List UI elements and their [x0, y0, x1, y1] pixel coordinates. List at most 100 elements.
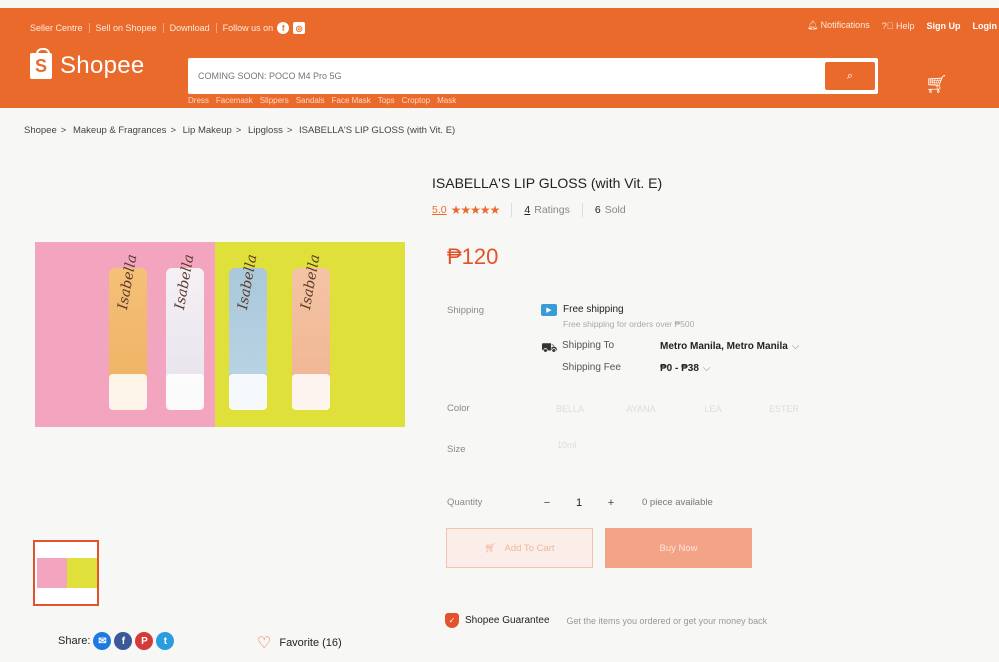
product-price: ₱120 [447, 244, 499, 269]
signup-link[interactable]: Sign Up [927, 21, 961, 31]
messenger-icon[interactable]: ✉ [93, 632, 112, 650]
divider [581, 203, 583, 217]
decrement-button[interactable]: − [533, 492, 561, 514]
shipping-fee-value: ₱0 - ₱38 [660, 363, 699, 374]
breadcrumb-item[interactable]: Lipgloss [248, 125, 283, 136]
guarantee-subtext: Get the items you ordered or get your mo… [566, 615, 768, 626]
facebook-icon[interactable]: f [277, 22, 290, 34]
shipping-label: Shipping [447, 305, 484, 316]
search-hint[interactable]: Dress [188, 96, 209, 105]
breadcrumb-current: ISABELLA'S LIP GLOSS (with Vit. E) [299, 125, 456, 136]
rating-row: 5.0 ★★★★★ 4 Ratings 6 Sold [432, 203, 626, 217]
free-shipping-icon: ▶ [541, 304, 557, 316]
bell-icon: 🔔︎ [806, 20, 819, 30]
heart-icon: ♡ [257, 635, 272, 652]
shipping-fee-label: Shipping Fee [562, 362, 621, 373]
site-header: Seller Centre Sell on Shopee Download Fo… [0, 8, 999, 108]
breadcrumb-item[interactable]: Makeup & Fragrances [73, 125, 166, 136]
breadcrumb-separator: > [60, 125, 67, 136]
cart-plus-icon: 🛒︎ [484, 542, 497, 554]
help-label: Help [895, 20, 915, 31]
product-page: Seller Centre Sell on Shopee Download Fo… [0, 0, 999, 662]
free-shipping-subtext: Free shipping for orders over ₱500 [563, 319, 695, 329]
shipping-to-label: Shipping To [562, 340, 615, 351]
ratings-label: Ratings [534, 204, 570, 216]
search-hint[interactable]: Sandals [296, 96, 325, 105]
search-icon: ⌕ [846, 69, 854, 82]
color-label: Color [447, 403, 470, 414]
rating-value[interactable]: 5.0 [432, 204, 447, 216]
seller-centre-link[interactable]: Seller Centre [30, 23, 83, 33]
notifications-label: Notifications [820, 20, 870, 30]
product-main-image[interactable]: Isabella Isabella Isabella Isabella [35, 242, 405, 427]
follow-us-label: Follow us on [222, 23, 274, 33]
thumbnail-yellow [67, 558, 97, 588]
sell-on-shopee-link[interactable]: Sell on Shopee [96, 23, 157, 33]
truck-icon: ⛟ [541, 340, 558, 355]
search-hint[interactable]: Mask [437, 96, 456, 105]
breadcrumb-separator: > [235, 125, 242, 136]
buy-now-button[interactable]: Buy Now [605, 528, 752, 568]
breadcrumb-item[interactable]: Shopee [24, 125, 57, 136]
quantity-label: Quantity [447, 497, 483, 508]
search-hint[interactable]: Facemask [216, 96, 253, 105]
quantity-input[interactable]: 1 [561, 492, 597, 514]
shield-icon: ✓ [445, 613, 459, 628]
login-link[interactable]: Login [973, 21, 998, 31]
shipping-location-value: Metro Manila, Metro Manila [660, 341, 788, 352]
add-to-cart-button[interactable]: 🛒︎ Add To Cart [446, 528, 593, 568]
shopee-guarantee[interactable]: ✓ Shopee Guarantee Get the items you ord… [445, 613, 767, 628]
top-bar: Seller Centre Sell on Shopee Download Fo… [30, 20, 999, 36]
divider [511, 203, 513, 217]
breadcrumb: Shopee > Makeup & Fragrances > Lip Makeup >… [24, 125, 459, 136]
download-link[interactable]: Download [170, 23, 210, 33]
product-thumbnail[interactable] [33, 540, 99, 606]
instagram-icon[interactable]: ◎ [293, 22, 306, 34]
search-hint[interactable]: Slippers [260, 96, 289, 105]
chevron-down-icon: ⌵ [791, 341, 800, 352]
add-to-cart-label: Add To Cart [504, 542, 555, 554]
search-input[interactable] [198, 67, 818, 85]
thumbnail-pink [37, 558, 67, 588]
color-option[interactable]: LEA [688, 399, 738, 419]
search-bar: ⌕ [188, 58, 878, 94]
breadcrumb-item[interactable]: Lip Makeup [183, 125, 232, 136]
size-option[interactable]: 10ml [557, 440, 577, 450]
increment-button[interactable]: + [597, 492, 625, 514]
breadcrumb-separator: > [170, 125, 176, 136]
guarantee-title: Shopee Guarantee [465, 615, 550, 626]
lip-gloss-tube: Isabella [166, 253, 204, 410]
shipping-location-dropdown[interactable]: Metro Manila, Metro Manila ⌵ [660, 341, 799, 352]
shipping-fee-dropdown[interactable]: ₱0 - ₱38 ⌵ [660, 363, 711, 374]
shopee-logo[interactable]: S Shopee [30, 48, 145, 80]
chevron-down-icon: ⌵ [702, 363, 711, 374]
twitter-icon[interactable]: t [156, 632, 175, 650]
search-button[interactable]: ⌕ [825, 62, 875, 90]
ratings-count[interactable]: 4 [524, 204, 530, 216]
search-hint[interactable]: Face Mask [332, 96, 371, 105]
search-hint[interactable]: Croptop [402, 96, 430, 105]
divider [88, 23, 90, 33]
lip-gloss-tube: Isabella [292, 253, 330, 410]
color-option[interactable]: BELLA [542, 399, 598, 419]
color-option[interactable]: AYANA [612, 399, 670, 419]
quantity-stepper: − 1 + [533, 492, 625, 514]
shopee-bag-icon: S [30, 48, 52, 79]
facebook-share-icon[interactable]: f [114, 632, 133, 650]
help-link[interactable]: ?⃝ Help [882, 21, 915, 31]
star-rating-icon: ★★★★★ [450, 203, 501, 217]
favorite-button[interactable]: ♡ Favorite (16) [257, 633, 342, 653]
logo-text: Shopee [60, 52, 145, 79]
favorite-label: Favorite (16) [279, 637, 342, 649]
color-option[interactable]: ESTER [756, 399, 812, 419]
notifications-link[interactable]: 🔔︎ Notifications [807, 20, 870, 31]
pinterest-icon[interactable]: P [135, 632, 154, 650]
share-row: Share: ✉ f P t [58, 632, 175, 650]
cart-icon[interactable]: 🛒︎ [925, 74, 948, 95]
size-label: Size [447, 444, 466, 455]
search-hint[interactable]: Tops [378, 96, 395, 105]
stock-available: 0 piece available [642, 497, 713, 508]
help-icon: ?⃝ [881, 20, 894, 31]
divider [162, 23, 164, 33]
lip-gloss-tube: Isabella [109, 253, 147, 410]
